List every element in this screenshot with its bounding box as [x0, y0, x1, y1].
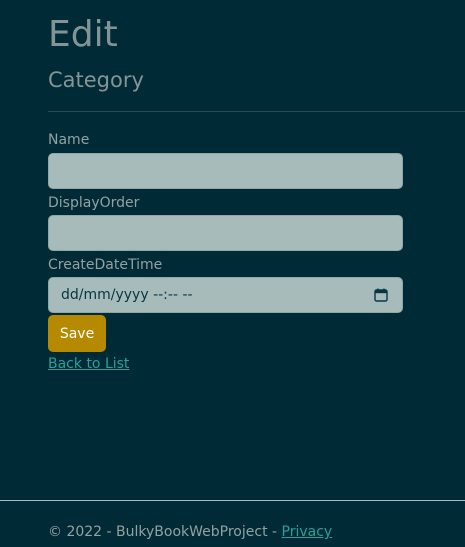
back-to-list-link[interactable]: Back to List — [48, 356, 129, 372]
save-button[interactable]: Save — [48, 315, 106, 352]
page: Edit Category Name DisplayOrder CreateDa… — [0, 0, 465, 547]
footer: © 2022 - BulkyBookWebProject - Privacy — [48, 524, 332, 540]
name-label: Name — [48, 132, 90, 148]
page-title: Edit — [48, 14, 118, 55]
display-order-label: DisplayOrder — [48, 195, 140, 211]
footer-copyright: © 2022 - BulkyBookWebProject - — [48, 524, 282, 540]
header-divider — [48, 111, 465, 112]
privacy-link[interactable]: Privacy — [282, 524, 333, 540]
create-date-input[interactable]: dd/mm/yyyy --:-- -- — [48, 277, 403, 313]
display-order-input[interactable] — [48, 215, 403, 251]
footer-divider — [0, 500, 465, 501]
name-input[interactable] — [48, 153, 403, 189]
create-date-label: CreateDateTime — [48, 257, 163, 273]
page-subtitle: Category — [48, 68, 144, 92]
create-date-placeholder: dd/mm/yyyy --:-- -- — [61, 287, 193, 303]
calendar-icon[interactable] — [374, 288, 388, 302]
